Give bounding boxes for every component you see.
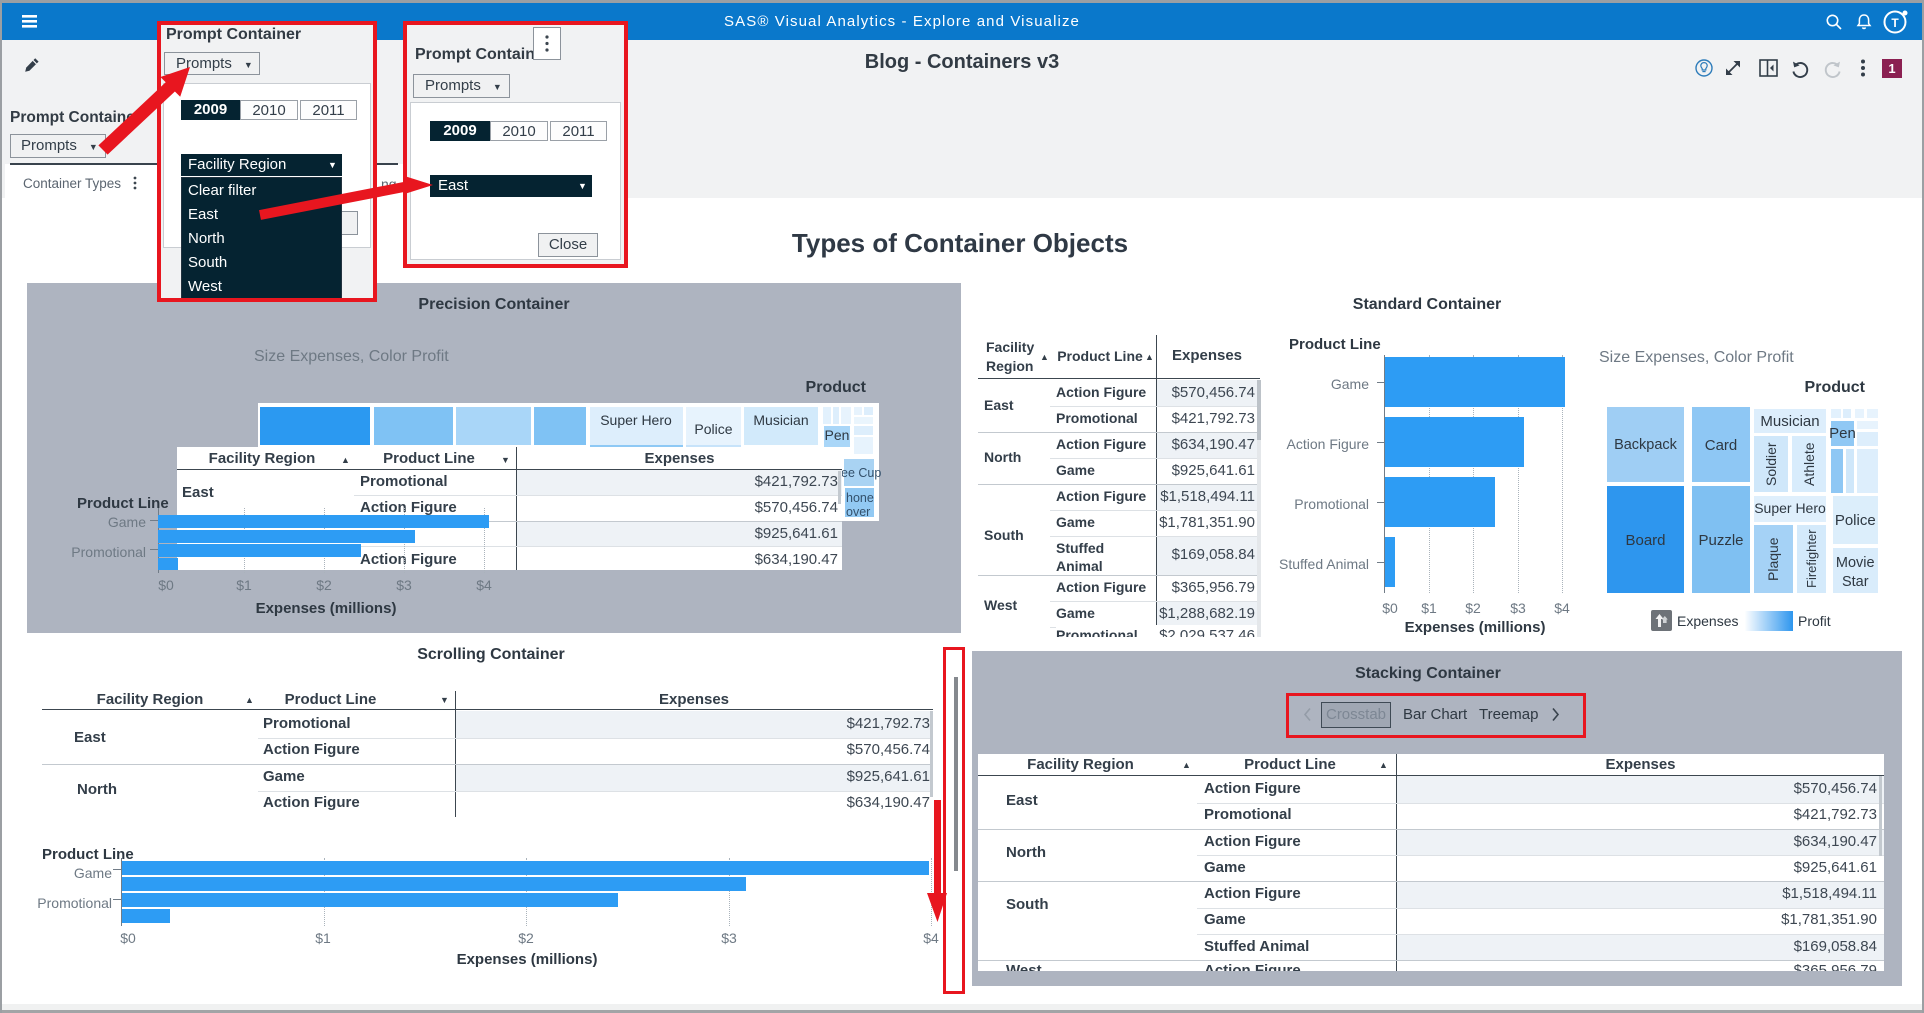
svg-text:T: T <box>1891 16 1899 30</box>
